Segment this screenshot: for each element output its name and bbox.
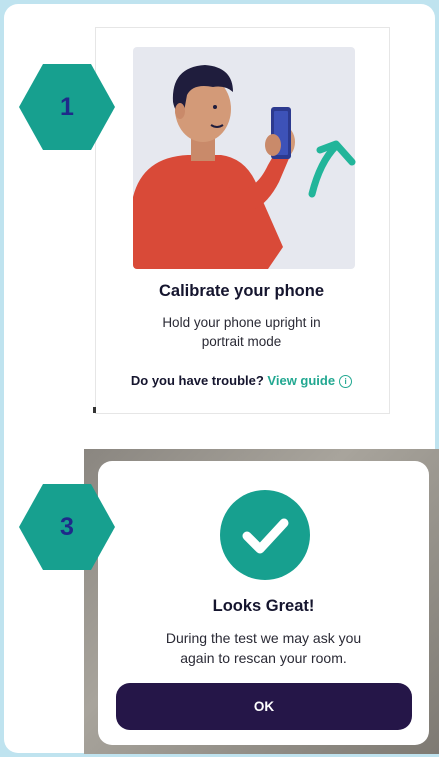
calibrate-title: Calibrate your phone	[158, 282, 325, 300]
trouble-text: Do you have trouble?	[130, 373, 264, 388]
up-arrow-icon	[300, 132, 370, 202]
calibrate-subtitle-line: portrait mode	[201, 334, 282, 349]
ok-button[interactable]: OK	[116, 683, 412, 730]
checkmark-icon	[220, 490, 310, 580]
calibrate-subtitle: Hold your phone upright in portrait mode	[95, 313, 388, 351]
looks-great-body: During the test we may ask you again to …	[98, 628, 429, 668]
edge-mark	[93, 407, 96, 413]
info-icon[interactable]: i	[339, 375, 353, 388]
calibrate-subtitle-line: Hold your phone upright in	[162, 315, 321, 330]
looks-great-body-line: again to rescan your room.	[180, 650, 347, 666]
trouble-row: Do you have trouble? View guide i	[95, 373, 388, 388]
view-guide-link[interactable]: View guide	[267, 373, 335, 388]
looks-great-title: Looks Great!	[212, 597, 315, 615]
looks-great-body-line: During the test we may ask you	[165, 630, 362, 646]
